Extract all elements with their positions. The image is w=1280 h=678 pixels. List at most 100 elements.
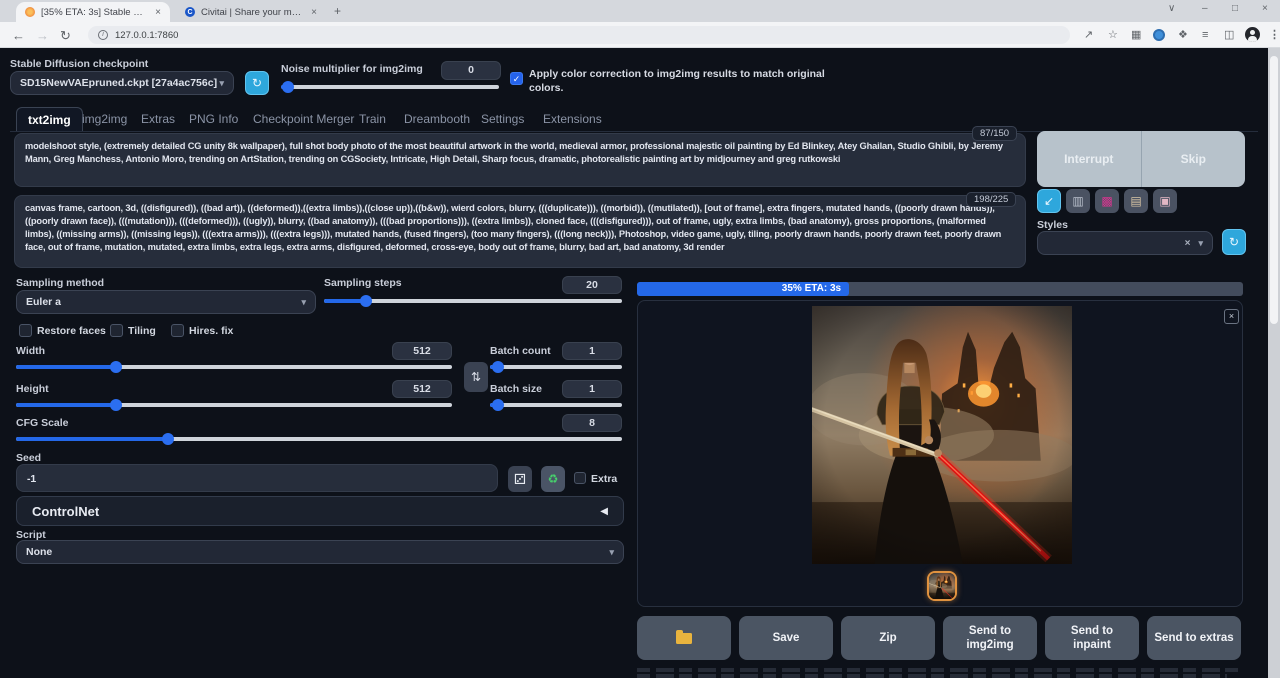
hires-fix-checkbox[interactable] xyxy=(171,324,184,337)
tab-txt2img[interactable]: txt2img xyxy=(16,107,83,132)
extra-seed-checkbox[interactable] xyxy=(574,472,586,484)
extra-networks-button[interactable]: ▩ xyxy=(1095,189,1119,213)
extension-grid-icon[interactable]: ▦ xyxy=(1131,27,1141,43)
tab-train[interactable]: Train xyxy=(355,107,390,132)
controlnet-accordion[interactable]: ControlNet ◀ xyxy=(16,496,624,526)
bookmark-star-icon[interactable]: ☆ xyxy=(1108,27,1118,43)
height-slider[interactable] xyxy=(16,398,452,410)
profile-avatar[interactable] xyxy=(1245,27,1260,42)
browser-tab-title: [35% ETA: 3s] Stable Diffusion xyxy=(41,7,149,18)
gallery-thumbnail[interactable] xyxy=(927,571,957,601)
generated-image[interactable] xyxy=(812,306,1072,564)
prompt-input[interactable]: modelshoot style, (extremely detailed CG… xyxy=(14,133,1026,187)
window-maximize-button[interactable]: □ xyxy=(1232,3,1238,14)
browser-tab-stable-diffusion[interactable]: [35% ETA: 3s] Stable Diffusion × xyxy=(16,2,170,22)
seed-input[interactable]: -1 xyxy=(16,464,498,492)
reload-icon[interactable]: ↻ xyxy=(60,26,71,46)
styles-label: Styles xyxy=(1037,219,1068,231)
address-bar[interactable]: i 127.0.0.1:7860 xyxy=(88,26,1070,44)
interrupt-button[interactable]: Interrupt xyxy=(1037,131,1142,187)
send-to-inpaint-button[interactable]: Send to inpaint xyxy=(1045,616,1139,660)
reading-list-icon[interactable]: ≡ xyxy=(1202,27,1208,43)
extensions-puzzle-icon[interactable]: ❖ xyxy=(1178,27,1188,43)
clear-styles-icon[interactable]: × xyxy=(1185,238,1191,249)
tab-extras[interactable]: Extras xyxy=(137,107,179,132)
tab-close-icon[interactable]: × xyxy=(155,7,161,18)
width-label: Width xyxy=(16,345,45,357)
tab-checkpoint-merger[interactable]: Checkpoint Merger xyxy=(249,107,358,132)
window-close-button[interactable]: × xyxy=(1262,3,1268,14)
generation-info-text xyxy=(637,668,1243,672)
noise-multiplier-slider[interactable] xyxy=(281,80,499,92)
screen: [35% ETA: 3s] Stable Diffusion × C Civit… xyxy=(0,0,1280,678)
width-input[interactable]: 512 xyxy=(392,342,452,360)
batch-count-input[interactable]: 1 xyxy=(562,342,622,360)
check-icon: ✓ xyxy=(513,74,521,84)
floppy-icon: ▣ xyxy=(1159,194,1170,208)
paste-arrow-icon: ↙ xyxy=(1044,194,1054,208)
clear-prompt-button[interactable]: ▥ xyxy=(1066,189,1090,213)
styles-dropdown[interactable]: × ▾ xyxy=(1037,231,1213,255)
new-tab-button[interactable]: + xyxy=(334,4,341,18)
send-to-extras-button[interactable]: Send to extras xyxy=(1147,616,1241,660)
height-input[interactable]: 512 xyxy=(392,380,452,398)
gradio-favicon-icon xyxy=(25,7,35,17)
close-preview-button[interactable]: × xyxy=(1224,309,1239,324)
zip-button[interactable]: Zip xyxy=(841,616,935,660)
trash-icon: ▥ xyxy=(1072,194,1083,208)
tab-png-info[interactable]: PNG Info xyxy=(185,107,242,132)
color-correction-checkbox[interactable]: ✓ xyxy=(510,72,523,85)
save-button[interactable]: Save xyxy=(739,616,833,660)
hires-fix-label: Hires. fix xyxy=(189,325,233,337)
width-slider[interactable] xyxy=(16,360,452,372)
swap-dimensions-button[interactable]: ⇅ xyxy=(464,362,488,392)
batch-count-slider[interactable] xyxy=(490,360,622,372)
tab-img2img[interactable]: img2img xyxy=(78,107,131,132)
tab-dreambooth[interactable]: Dreambooth xyxy=(400,107,474,132)
extension-blue-icon[interactable] xyxy=(1153,29,1165,41)
browser-menu-kebab-icon[interactable]: ⋮ xyxy=(1269,27,1280,43)
tab-search-icon[interactable]: ∨ xyxy=(1168,3,1175,14)
cfg-scale-slider[interactable] xyxy=(16,432,622,444)
browser-tab-civitai[interactable]: C Civitai | Share your models × xyxy=(176,2,326,22)
refresh-styles-button[interactable]: ↻ xyxy=(1222,229,1246,255)
cfg-scale-input[interactable]: 8 xyxy=(562,414,622,432)
folder-icon xyxy=(676,633,692,644)
refresh-checkpoint-button[interactable]: ↻ xyxy=(245,71,269,95)
back-icon[interactable]: ← xyxy=(12,26,25,46)
sampling-steps-input[interactable]: 20 xyxy=(562,276,622,294)
site-info-icon[interactable]: i xyxy=(98,30,108,40)
save-style-button[interactable]: ▣ xyxy=(1153,189,1177,213)
share-icon[interactable]: ↗ xyxy=(1084,27,1093,43)
checkpoint-dropdown[interactable]: SD15NewVAEpruned.ckpt [27a4ac756c] ▾ xyxy=(10,71,234,95)
skip-button[interactable]: Skip xyxy=(1142,131,1246,187)
tab-settings[interactable]: Settings xyxy=(477,107,528,132)
negative-prompt-input[interactable]: canvas frame, cartoon, 3d, ((disfigured)… xyxy=(14,195,1026,268)
window-minimize-button[interactable]: – xyxy=(1202,3,1208,14)
open-folder-button[interactable] xyxy=(637,616,731,660)
chevron-down-icon: ▾ xyxy=(609,547,614,558)
tab-extensions[interactable]: Extensions xyxy=(539,107,606,132)
page-scrollbar[interactable] xyxy=(1268,48,1280,678)
sampling-method-dropdown[interactable]: Euler a ▾ xyxy=(16,290,316,314)
script-dropdown[interactable]: None ▾ xyxy=(16,540,624,564)
batch-size-slider[interactable] xyxy=(490,398,622,410)
random-seed-button[interactable]: ⚂ xyxy=(508,466,532,492)
scrollbar-thumb[interactable] xyxy=(1270,56,1278,324)
send-to-img2img-button[interactable]: Send to img2img xyxy=(943,616,1037,660)
restore-faces-checkbox[interactable] xyxy=(19,324,32,337)
side-panel-icon[interactable]: ◫ xyxy=(1224,27,1234,43)
noise-multiplier-input[interactable]: 0 xyxy=(441,61,501,80)
batch-size-input[interactable]: 1 xyxy=(562,380,622,398)
sampling-steps-slider[interactable] xyxy=(324,294,622,306)
paste-params-button[interactable]: ↙ xyxy=(1037,189,1061,213)
tab-close-icon[interactable]: × xyxy=(311,7,317,18)
restore-faces-label: Restore faces xyxy=(37,325,106,337)
controlnet-label: ControlNet xyxy=(32,504,99,519)
recycle-icon: ♻ xyxy=(548,472,559,486)
forward-icon[interactable]: → xyxy=(36,26,49,46)
height-label: Height xyxy=(16,383,49,395)
apply-styles-button[interactable]: ▤ xyxy=(1124,189,1148,213)
tiling-checkbox[interactable] xyxy=(110,324,123,337)
reuse-seed-button[interactable]: ♻ xyxy=(541,466,565,492)
